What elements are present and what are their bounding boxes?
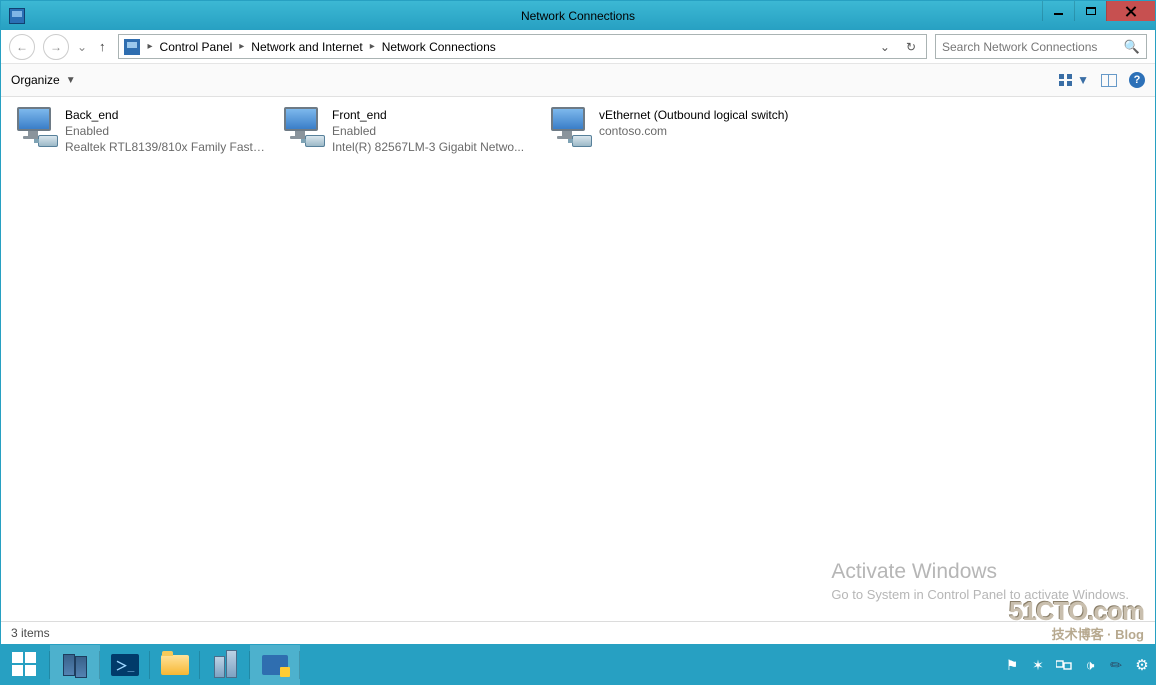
network-adapter-icon [11,107,59,147]
location-icon [124,39,140,55]
folder-icon [161,655,189,675]
breadcrumb[interactable]: Network Connections [380,40,498,54]
list-item[interactable]: Back_end Enabled Realtek RTL8139/810x Fa… [5,103,272,159]
chevron-down-icon: ▼ [1077,73,1089,87]
system-tray: ⚑ ✶ 🕩 ✎ ⚙ [1004,645,1150,685]
window-title: Network Connections [521,9,635,23]
item-meta: Front_end Enabled Intel(R) 82567LM-3 Gig… [332,107,524,155]
taskbar-explorer[interactable] [150,645,200,685]
forward-button[interactable]: → [43,34,69,60]
explorer-window: Network Connections ← → ⌄ ↑ ▸ Control Pa… [0,0,1156,645]
status-bar: 3 items [1,621,1155,644]
server-manager-icon [63,654,87,676]
network-adapter-icon [545,107,593,147]
taskbar-powershell[interactable]: ＞_ [100,645,150,685]
item-meta: Back_end Enabled Realtek RTL8139/810x Fa… [65,107,266,155]
preview-pane-button[interactable] [1101,74,1117,87]
connection-status: Enabled [332,123,524,139]
connection-status: contoso.com [599,123,788,139]
powershell-icon: ＞_ [111,654,139,676]
breadcrumb[interactable]: Network and Internet [249,40,364,54]
taskbar-hyperv[interactable] [200,645,250,685]
item-count: 3 items [11,626,50,640]
address-dropdown[interactable]: ⌄ [874,40,896,54]
search-input[interactable]: Search Network Connections 🔍 [935,34,1147,59]
taskbar-server-manager[interactable] [50,645,100,685]
chevron-right-icon[interactable]: ▸ [236,41,247,52]
network-adapter-icon [278,107,326,147]
organize-menu[interactable]: Organize ▼ [11,73,76,87]
item-meta: vEthernet (Outbound logical switch) cont… [599,107,788,155]
connection-name: Front_end [332,107,524,123]
minimize-button[interactable] [1042,1,1074,21]
view-icon [1059,74,1073,86]
maximize-icon [1086,7,1096,15]
chevron-right-icon[interactable]: ▸ [145,41,156,52]
close-icon [1125,6,1137,17]
history-dropdown[interactable]: ⌄ [77,40,87,54]
back-button[interactable]: ← [9,34,35,60]
list-item[interactable]: vEthernet (Outbound logical switch) cont… [539,103,806,159]
connection-driver: Intel(R) 82567LM-3 Gigabit Netwo... [332,139,524,155]
app-icon [9,8,25,24]
command-bar: Organize ▼ ▼ ? [1,64,1155,97]
connection-name: vEthernet (Outbound logical switch) [599,107,788,123]
activation-sub: Go to System in Control Panel to activat… [831,586,1129,603]
search-icon: 🔍 [1124,39,1140,55]
refresh-button[interactable]: ↻ [898,40,924,54]
connection-list: Back_end Enabled Realtek RTL8139/810x Fa… [1,97,1155,165]
forward-icon: → [50,40,62,54]
windows-logo-icon [12,652,38,678]
taskbar-control-panel[interactable] [250,645,300,685]
address-bar[interactable]: ▸ Control Panel ▸ Network and Internet ▸… [118,34,928,59]
taskbar: ＞_ ⚑ ✶ 🕩 ✎ ⚙ [0,645,1156,685]
back-icon: ← [16,40,28,54]
close-button[interactable] [1106,1,1155,21]
activation-watermark: Activate Windows Go to System in Control… [831,560,1129,603]
search-placeholder: Search Network Connections [942,40,1097,54]
control-panel-icon [262,655,288,675]
activation-heading: Activate Windows [831,560,1129,584]
network-tray-icon[interactable] [1056,657,1072,673]
chevron-down-icon: ▼ [66,75,76,86]
minimize-icon [1054,13,1063,15]
titlebar[interactable]: Network Connections [1,1,1155,30]
pen-tray-icon[interactable]: ✎ [1105,654,1128,677]
settings-tray-icon[interactable]: ⚙ [1134,657,1150,673]
connection-name: Back_end [65,107,266,123]
view-options-button[interactable]: ▼ [1059,73,1089,87]
help-button[interactable]: ? [1129,72,1145,88]
connection-driver: Realtek RTL8139/810x Family Fast ... [65,139,266,155]
chevron-right-icon[interactable]: ▸ [367,41,378,52]
action-center-icon[interactable]: ⚑ [1004,657,1020,673]
start-button[interactable] [0,645,50,685]
organize-label: Organize [11,73,60,87]
address-row: ← → ⌄ ↑ ▸ Control Panel ▸ Network and In… [1,30,1155,64]
hyperv-icon [212,652,238,678]
volume-tray-icon[interactable]: 🕩 [1082,657,1098,673]
breadcrumb[interactable]: Control Panel [158,40,235,54]
list-item[interactable]: Front_end Enabled Intel(R) 82567LM-3 Gig… [272,103,539,159]
tray-icon[interactable]: ✶ [1030,657,1046,673]
connection-status: Enabled [65,123,266,139]
window-buttons [1042,1,1155,21]
maximize-button[interactable] [1074,1,1106,21]
content-area[interactable]: Back_end Enabled Realtek RTL8139/810x Fa… [1,97,1155,621]
view-controls: ▼ ? [1059,72,1145,88]
up-button[interactable]: ↑ [95,39,110,54]
